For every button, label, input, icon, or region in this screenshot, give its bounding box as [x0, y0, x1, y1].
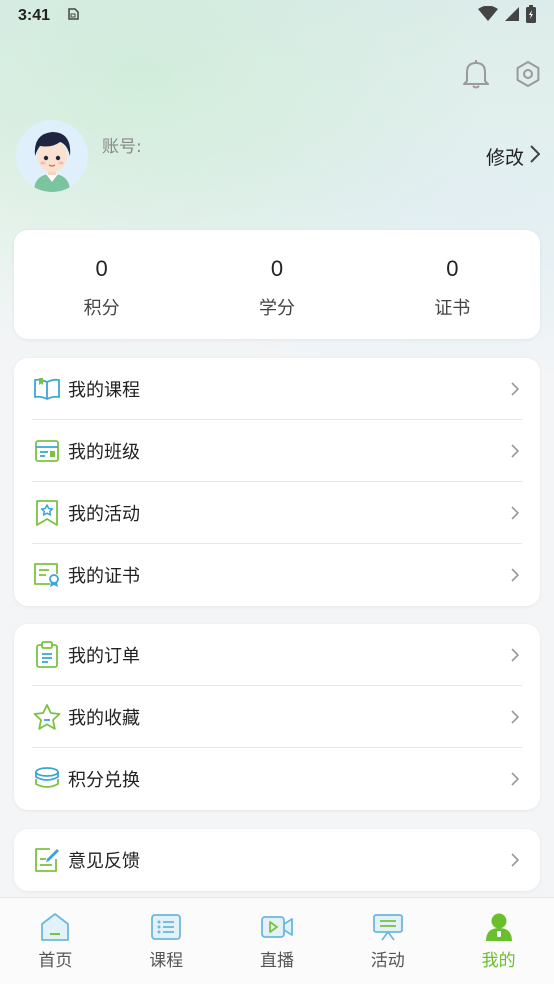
- tab-mine[interactable]: 我的: [443, 898, 554, 984]
- course-list-icon: [149, 912, 183, 942]
- tab-label: 我的: [481, 951, 516, 971]
- chevron-right-icon: [508, 853, 522, 867]
- stat-label: 积分: [83, 298, 120, 319]
- menu-item-label: 意见反馈: [68, 851, 140, 872]
- stat-value: 0: [95, 256, 108, 281]
- menu-item-label: 我的收藏: [68, 707, 140, 729]
- chevron-right-icon: [508, 505, 522, 520]
- status-time: 3:41: [18, 7, 51, 24]
- activity-board-icon: [371, 912, 405, 942]
- bottom-tab-bar: 首页 课程 直播 活动 我的: [0, 897, 554, 984]
- book-open-icon: [32, 374, 62, 404]
- menu-item-my-classes[interactable]: 我的班级: [32, 420, 522, 482]
- user-profile-icon: [482, 912, 516, 942]
- signal-icon: [504, 6, 520, 26]
- tab-label: 课程: [149, 951, 184, 971]
- activity-bookmark-icon: [32, 498, 62, 528]
- stat-value: 0: [446, 256, 459, 281]
- live-video-icon: [260, 912, 294, 942]
- menu-item-label: 积分兑换: [68, 770, 140, 791]
- stat-certificates[interactable]: 0 证书: [365, 230, 540, 339]
- tab-home[interactable]: 首页: [0, 898, 111, 984]
- chevron-right-icon: [508, 443, 522, 458]
- tab-label: 直播: [259, 951, 294, 971]
- chevron-right-icon: [508, 772, 522, 786]
- stat-label: 学分: [258, 298, 295, 319]
- menu-group-learning: 我的课程 我的班级 我的活动 我的证书: [14, 358, 540, 606]
- star-icon: [32, 702, 62, 732]
- stat-value: 0: [270, 256, 284, 281]
- tab-label: 活动: [370, 951, 405, 971]
- settings-gear-icon[interactable]: [512, 58, 544, 90]
- notification-bell-icon[interactable]: [460, 58, 492, 90]
- coins-stack-icon: [32, 764, 62, 794]
- menu-item-label: 我的活动: [68, 503, 140, 525]
- certificate-icon: [32, 560, 62, 590]
- sim-card-icon: [66, 7, 80, 25]
- edit-profile-button[interactable]: 修改: [485, 143, 541, 170]
- menu-item-label: 我的课程: [68, 379, 140, 401]
- clipboard-order-icon: [32, 640, 62, 670]
- menu-item-my-courses[interactable]: 我的课程: [32, 358, 522, 420]
- menu-group-feedback: 意见反馈: [14, 829, 540, 891]
- menu-item-label: 我的订单: [68, 645, 140, 667]
- tab-live[interactable]: 直播: [222, 898, 333, 984]
- tab-activities[interactable]: 活动: [332, 898, 443, 984]
- menu-item-label: 我的证书: [68, 566, 140, 587]
- tab-label: 首页: [38, 951, 73, 971]
- chevron-right-icon: [508, 568, 522, 582]
- stat-credits[interactable]: 0 学分: [189, 230, 364, 339]
- tab-courses[interactable]: 课程: [111, 898, 222, 984]
- battery-icon: [526, 5, 536, 27]
- edit-profile-label: 修改: [485, 147, 524, 169]
- account-label: 账号:: [102, 137, 142, 157]
- class-card-icon: [32, 436, 62, 466]
- menu-item-label: 我的班级: [68, 441, 140, 463]
- chevron-right-icon: [508, 709, 522, 724]
- menu-item-my-certificates[interactable]: 我的证书: [32, 544, 522, 606]
- avatar[interactable]: [16, 120, 88, 192]
- menu-item-my-orders[interactable]: 我的订单: [32, 624, 522, 686]
- top-actions: [460, 58, 544, 90]
- chevron-right-icon: [530, 145, 541, 168]
- stats-card: 0 积分 0 学分 0 证书: [14, 230, 540, 339]
- menu-group-orders: 我的订单 我的收藏 积分兑换: [14, 624, 540, 810]
- menu-item-feedback[interactable]: 意见反馈: [32, 829, 522, 891]
- status-bar: 3:41: [0, 0, 554, 32]
- wifi-icon: [478, 5, 498, 26]
- chevron-right-icon: [508, 381, 522, 396]
- chevron-right-icon: [508, 647, 522, 662]
- menu-item-my-activities[interactable]: 我的活动: [32, 482, 522, 544]
- stat-label: 证书: [434, 298, 471, 319]
- stat-points[interactable]: 0 积分: [14, 230, 189, 339]
- menu-item-points-exchange[interactable]: 积分兑换: [32, 748, 522, 810]
- feedback-edit-icon: [32, 845, 62, 875]
- home-icon: [38, 912, 72, 942]
- menu-item-my-favorites[interactable]: 我的收藏: [32, 686, 522, 748]
